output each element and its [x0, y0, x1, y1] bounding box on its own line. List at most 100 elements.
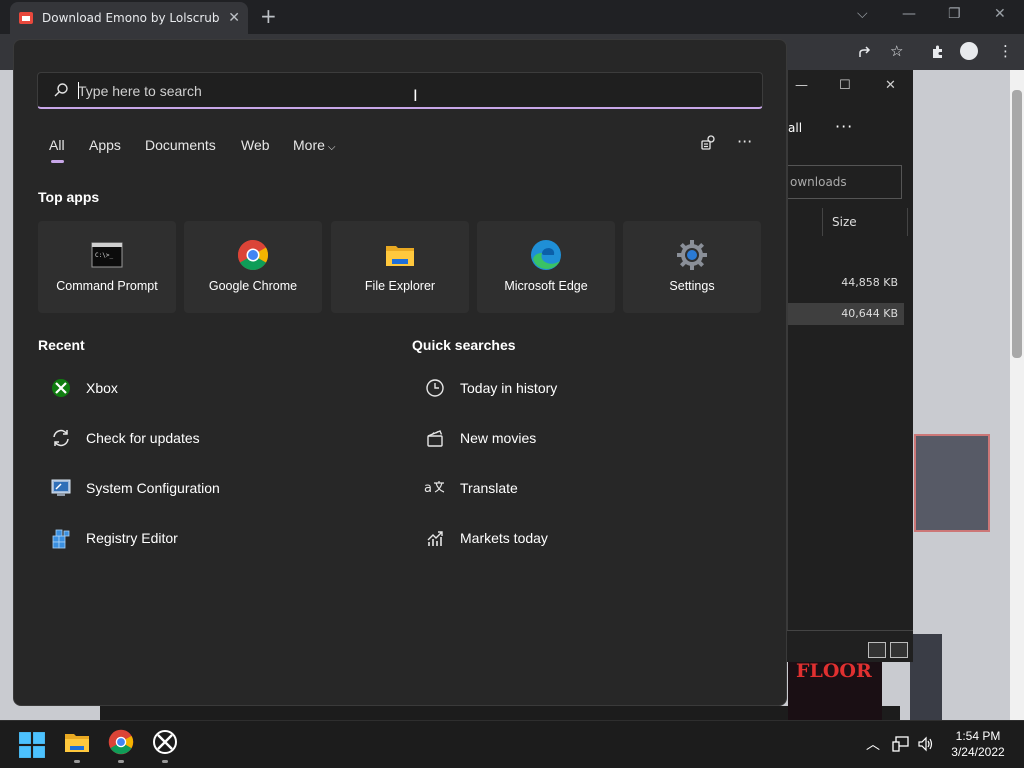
chevron-down-icon: ⌵: [327, 142, 336, 153]
recent-item-registry-editor[interactable]: Registry Editor: [50, 518, 178, 558]
network-icon[interactable]: [892, 736, 910, 752]
explorer-file-row[interactable]: 40,644 KB: [788, 303, 904, 325]
running-indicator: [74, 760, 80, 763]
app-tile-label: File Explorer: [364, 279, 436, 293]
recent-item-label: Xbox: [86, 380, 118, 396]
quick-searches-heading: Quick searches: [412, 337, 516, 353]
page-scrollbar-thumb[interactable]: [1012, 90, 1022, 358]
top-apps-heading: Top apps: [38, 189, 100, 205]
taskbar-xbox-icon[interactable]: [151, 728, 179, 756]
explorer-minimize-icon[interactable]: —: [795, 78, 808, 93]
more-options-icon[interactable]: ···: [737, 132, 752, 151]
browser-tab[interactable]: Download Emono by Lolscrubs - ✕: [10, 2, 248, 34]
site-favicon-icon: [19, 12, 33, 24]
clock-icon: [424, 377, 446, 399]
app-tile-label: Command Prompt: [56, 279, 158, 293]
taskbar-file-explorer-icon[interactable]: [63, 728, 91, 756]
app-tile-label: Microsoft Edge: [504, 279, 588, 293]
app-tile-settings[interactable]: Settings: [623, 221, 761, 313]
share-account-icon[interactable]: [700, 135, 718, 151]
quick-search-translate[interactable]: a Translate: [424, 468, 518, 508]
tab-more[interactable]: More ⌵: [293, 137, 336, 153]
translate-icon: a: [424, 477, 446, 499]
explorer-file-row[interactable]: 44,858 KB: [788, 272, 904, 294]
chrome-icon: [237, 240, 269, 271]
tab-documents[interactable]: Documents: [145, 137, 216, 153]
page-image-card: [910, 634, 942, 720]
quick-search-label: Translate: [460, 480, 518, 496]
app-tile-label: Google Chrome: [208, 279, 298, 293]
tab-search-chevron-icon[interactable]: ⌵: [857, 6, 868, 22]
tab-more-label: More: [293, 137, 325, 153]
search-input[interactable]: [78, 81, 678, 101]
taskbar-chrome-icon[interactable]: [107, 728, 135, 756]
explorer-maximize-icon[interactable]: ☐: [839, 78, 851, 93]
quick-search-label: Today in history: [460, 380, 558, 396]
show-hidden-icons-chevron-icon[interactable]: ︿: [866, 734, 880, 754]
explorer-select-all[interactable]: all: [788, 121, 802, 135]
tab-all[interactable]: All: [49, 137, 65, 153]
details-view-icon[interactable]: [868, 642, 886, 658]
registry-icon: [50, 527, 72, 549]
app-tile-command-prompt[interactable]: C:\>_ Command Prompt: [38, 221, 176, 313]
extensions-icon[interactable]: [930, 44, 946, 60]
system-config-icon: [50, 477, 72, 499]
tab-close-icon[interactable]: ✕: [228, 10, 240, 26]
recent-item-xbox[interactable]: Xbox: [50, 368, 118, 408]
app-tile-google-chrome[interactable]: Google Chrome: [184, 221, 322, 313]
markets-chart-icon: [424, 527, 446, 549]
profile-avatar[interactable]: [960, 42, 978, 60]
recent-heading: Recent: [38, 337, 85, 353]
file-explorer-window: [787, 70, 913, 662]
search-icon: [54, 83, 68, 97]
explorer-close-icon[interactable]: ✕: [885, 78, 896, 93]
quick-search-label: Markets today: [460, 530, 548, 546]
page-thumbnail-strip: [100, 706, 900, 720]
clock-date: 3/24/2022: [951, 745, 1005, 759]
windows-search-panel: [13, 39, 787, 706]
ibeam-cursor-icon: I: [413, 86, 418, 105]
quick-search-today-in-history[interactable]: Today in history: [424, 368, 557, 408]
windows-start-icon[interactable]: [18, 731, 46, 759]
quick-search-new-movies[interactable]: New movies: [424, 418, 536, 458]
explorer-size-column-header[interactable]: Size: [822, 208, 908, 236]
refresh-icon: [50, 427, 72, 449]
recent-item-label: System Configuration: [86, 480, 220, 496]
browser-menu-icon[interactable]: ⋮: [998, 42, 1013, 60]
xbox-icon: [50, 377, 72, 399]
settings-gear-icon: [677, 240, 707, 270]
tiles-view-icon[interactable]: [890, 642, 908, 658]
recent-item-label: Registry Editor: [86, 530, 178, 546]
minimize-icon[interactable]: —: [902, 6, 916, 22]
explorer-search-field[interactable]: ownloads: [788, 165, 902, 199]
close-window-icon[interactable]: ✕: [994, 6, 1006, 22]
app-tile-label: Settings: [669, 279, 715, 293]
volume-icon[interactable]: [917, 736, 935, 752]
recent-item-label: Check for updates: [86, 430, 200, 446]
command-prompt-icon: C:\>_: [91, 242, 123, 268]
recent-item-system-configuration[interactable]: System Configuration: [50, 468, 220, 508]
recent-item-check-for-updates[interactable]: Check for updates: [50, 418, 200, 458]
app-tile-microsoft-edge[interactable]: Microsoft Edge: [477, 221, 615, 313]
file-explorer-icon: [386, 246, 414, 266]
page-image-card: [914, 434, 990, 532]
quick-search-markets-today[interactable]: Markets today: [424, 518, 548, 558]
svg-text:a: a: [424, 481, 432, 496]
app-tile-file-explorer[interactable]: File Explorer: [331, 221, 469, 313]
bookmark-star-icon[interactable]: ☆: [890, 42, 903, 60]
running-indicator: [162, 760, 168, 763]
new-tab-button[interactable]: +: [260, 6, 277, 26]
tab-apps[interactable]: Apps: [89, 137, 121, 153]
clapperboard-icon: [424, 427, 446, 449]
poster-title: FLOOR: [796, 660, 872, 682]
clock-time: 1:54 PM: [955, 729, 1001, 743]
share-icon[interactable]: [858, 44, 874, 60]
explorer-more-icon[interactable]: ···: [835, 117, 853, 136]
tab-web[interactable]: Web: [241, 137, 270, 153]
quick-search-label: New movies: [460, 430, 537, 446]
restore-icon[interactable]: ❐: [948, 6, 961, 22]
active-tab-indicator: [51, 160, 64, 163]
browser-tab-title: Download Emono by Lolscrubs -: [42, 11, 221, 25]
edge-icon: [531, 240, 561, 270]
taskbar-clock[interactable]: 1:54 PM 3/24/2022: [940, 728, 1016, 760]
